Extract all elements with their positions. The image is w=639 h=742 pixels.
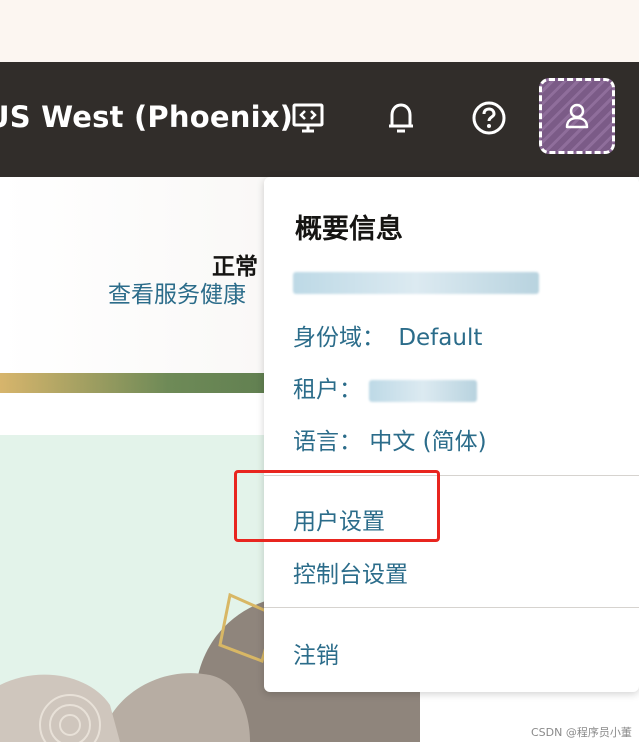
- language-value: 中文 (简体): [369, 429, 487, 455]
- watermark-text: CSDN @程序员小董: [531, 726, 632, 739]
- tenancy-label: 租户：: [293, 377, 362, 403]
- view-service-health-link[interactable]: 查看服务健康: [108, 275, 246, 309]
- tenancy-row[interactable]: 租户：: [293, 370, 478, 404]
- annotation-highlight-box: [234, 470, 440, 542]
- language-label: 语言：: [293, 429, 362, 455]
- profile-avatar-button[interactable]: [539, 78, 615, 154]
- identity-domain-row[interactable]: 身份域： Default: [293, 318, 482, 352]
- notifications-bell-icon[interactable]: [383, 100, 419, 136]
- menu-divider: [264, 607, 639, 608]
- console-settings-menu-item[interactable]: 控制台设置: [293, 555, 408, 589]
- user-icon: [565, 103, 589, 129]
- profile-dropdown-menu: 概要信息 身份域： Default 租户： 语言： 中文 (简体) 用户设置 控…: [264, 177, 639, 692]
- identity-domain-label: 身份域：: [293, 325, 385, 351]
- identity-domain-value: Default: [398, 325, 483, 351]
- username-row[interactable]: [293, 269, 539, 295]
- help-icon[interactable]: [471, 100, 507, 136]
- top-strip: [0, 0, 639, 62]
- profile-title: 概要信息: [295, 214, 403, 245]
- redacted-username: [293, 271, 539, 294]
- region-selector[interactable]: US West (Phoenix): [0, 100, 293, 134]
- sign-out-menu-item[interactable]: 注销: [293, 636, 339, 670]
- cloud-shell-icon[interactable]: [290, 100, 326, 136]
- top-header: US West (Phoenix): [0, 62, 639, 177]
- redacted-tenancy: [369, 379, 478, 402]
- language-row[interactable]: 语言： 中文 (简体): [293, 422, 487, 456]
